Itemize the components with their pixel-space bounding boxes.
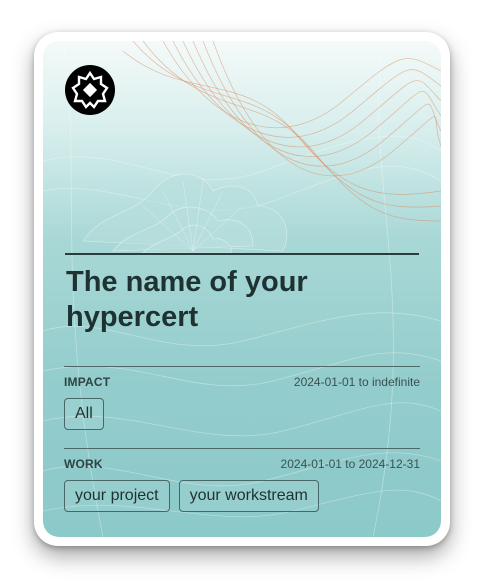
work-dates: 2024-01-01 to 2024-12-31 — [280, 457, 420, 471]
impact-section: IMPACT 2024-01-01 to indefinite All — [64, 366, 420, 430]
title-divider — [65, 253, 419, 255]
impact-chips: All — [64, 398, 420, 430]
impact-chip: All — [64, 398, 104, 430]
impact-label: IMPACT — [64, 375, 111, 389]
hypercert-logo-icon — [65, 65, 115, 115]
work-chips: your project your workstream — [64, 480, 420, 512]
work-label: WORK — [64, 457, 103, 471]
hypercert-title: The name of your hypercert — [66, 266, 308, 333]
work-chip-workstream: your workstream — [178, 480, 319, 512]
work-chip-project: your project — [64, 480, 170, 512]
impact-dates: 2024-01-01 to indefinite — [293, 375, 420, 389]
hypercert-card: The name of your hypercert IMPACT 2024-0… — [43, 41, 441, 537]
impact-divider — [64, 366, 420, 367]
work-divider — [64, 448, 420, 449]
work-section: WORK 2024-01-01 to 2024-12-31 your proje… — [64, 448, 420, 512]
